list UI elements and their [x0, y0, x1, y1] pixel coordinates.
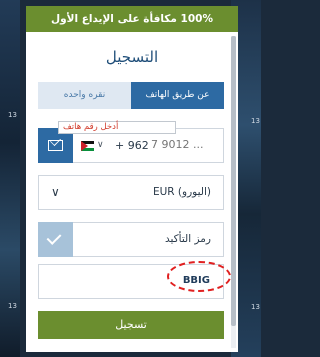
jordan-flag-icon[interactable] — [81, 141, 94, 151]
tab-by-phone[interactable]: عن طريق الهاتف — [131, 82, 224, 109]
scrollbar-thumb[interactable] — [231, 36, 236, 326]
background-number: 13 — [8, 111, 17, 119]
bonus-banner: 100% مكافأة على الإيداع الأول — [26, 6, 238, 32]
background-number: 13 — [251, 117, 260, 125]
confirmation-code-label: رمز التأكيد — [165, 233, 211, 245]
confirm-check-button[interactable] — [38, 222, 73, 257]
tab-one-click[interactable]: نقره واحده — [38, 82, 131, 109]
background-number: 13 — [251, 303, 260, 311]
register-button[interactable]: تسجيل — [38, 311, 224, 339]
chevron-down-icon: ∨ — [51, 185, 60, 199]
currency-value: EUR (اليورو) — [152, 186, 211, 198]
checkmark-icon — [46, 230, 62, 245]
annotation-circle — [167, 261, 231, 292]
registration-modal: التسجيل نقره واحده عن طريق الهاتف ∨ + 96… — [26, 32, 238, 352]
registration-tabs: نقره واحده عن طريق الهاتف — [38, 82, 224, 109]
background-number: 13 — [8, 302, 17, 310]
dial-code: + 962 — [115, 139, 149, 152]
scrollbar[interactable] — [231, 36, 236, 348]
phone-input[interactable] — [151, 138, 221, 151]
page-title: التسجيل — [105, 48, 159, 66]
phone-tooltip: أدخل رقم هاتف — [58, 121, 176, 134]
chevron-down-icon[interactable]: ∨ — [97, 140, 104, 150]
confirmation-code-field[interactable]: رمز التأكيد — [38, 222, 224, 257]
currency-select[interactable]: ∨ EUR (اليورو) — [38, 175, 224, 210]
